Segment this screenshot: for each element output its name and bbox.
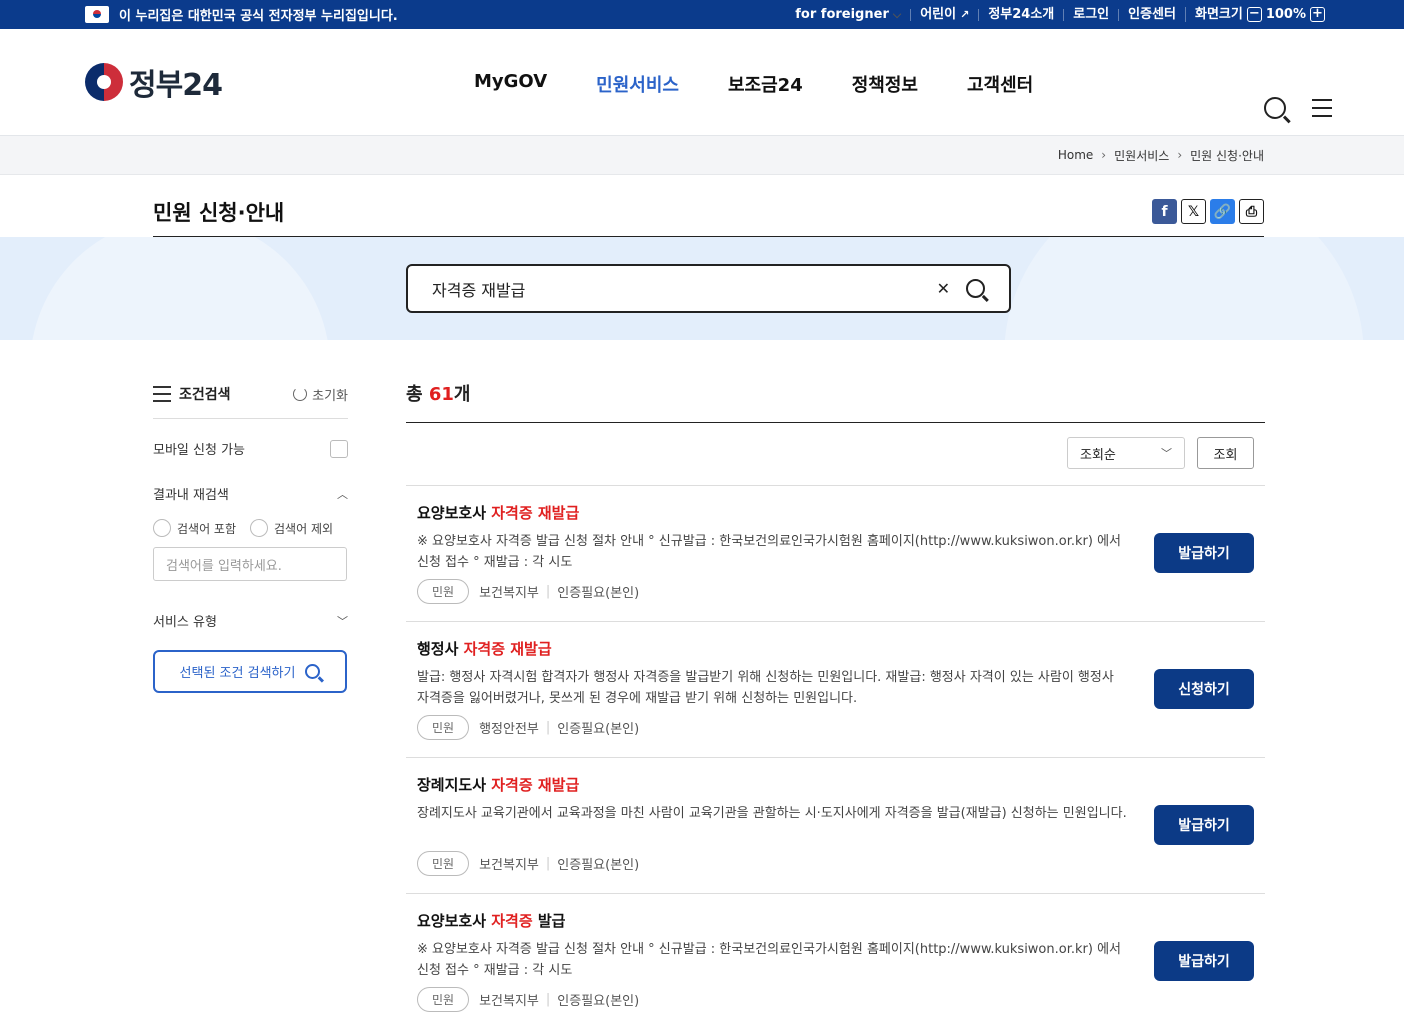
auth-requirement: 인증필요(본인) (557, 858, 640, 873)
chevron-down-icon: ﹀ (1161, 447, 1172, 460)
cert-center-link[interactable]: 인증센터 (1118, 8, 1185, 21)
screen-size-control: 화면크기 − 100% + (1184, 6, 1334, 22)
search-submit-icon[interactable] (966, 279, 985, 298)
refine-search-input[interactable]: 검색어를 입력하세요. (153, 547, 347, 581)
kids-link[interactable]: 어린이 ↗ (910, 7, 978, 21)
login-link[interactable]: 로그인 (1063, 8, 1118, 21)
search-icon[interactable] (1264, 97, 1286, 119)
department: 보건복지부 (479, 858, 539, 873)
result-item: 요양보호사 자격증 발급 ※ 요양보호사 자격증 발급 신청 절차 안내 ° 신… (406, 894, 1265, 1017)
result-title[interactable]: 요양보호사 자격증 재발급 (417, 502, 1254, 523)
auth-requirement: 인증필요(본인) (557, 994, 640, 1009)
zoom-in-button[interactable]: + (1310, 7, 1325, 22)
result-title[interactable]: 행정사 자격증 재발급 (417, 638, 1254, 659)
result-title[interactable]: 요양보호사 자격증 발급 (417, 910, 1254, 931)
search-icon (305, 664, 321, 679)
reset-button[interactable]: 초기화 (293, 385, 348, 404)
result-description: ※ 요양보호사 자격증 발급 신청 절차 안내 ° 신규발급 : 한국보건의료인… (417, 942, 1121, 978)
filter-sidebar: 조건검색 초기화 모바일 신청 가능 결과내 재검색 ︿ 검색어 포함 검색어 … (153, 384, 348, 693)
breadcrumb: Home › 민원서비스 › 민원 신청·안내 (0, 136, 1404, 175)
results-panel: 총 61개 조회순 ﹀ 조회 요양보호사 자격증 재발급 ※ 요양보호사 자격증… (406, 380, 1265, 1017)
logo-text: 정부24 (129, 68, 223, 103)
category-badge: 민원 (417, 715, 470, 740)
sort-select[interactable]: 조회순 ﹀ (1067, 437, 1185, 469)
chevron-right-icon: › (1101, 148, 1107, 162)
chevron-right-icon: › (1177, 148, 1183, 162)
nav-policy-info[interactable]: 정책정보 (852, 71, 918, 97)
category-badge: 민원 (417, 851, 470, 876)
refine-search-label: 결과내 재검색 (153, 488, 229, 503)
apply-button[interactable]: 발급하기 (1154, 533, 1254, 573)
nav-mygov[interactable]: MyGOV (474, 71, 547, 97)
nav-civil-service[interactable]: 민원서비스 (596, 71, 679, 97)
nav-subsidy24[interactable]: 보조금24 (728, 71, 803, 97)
category-badge: 민원 (417, 579, 470, 604)
external-link-icon: ↗ (960, 7, 970, 21)
search-input[interactable]: 자격증 재발급 (432, 277, 937, 301)
gov-notice-bar: 이 누리집은 대한민국 공식 전자정부 누리집입니다. for foreigne… (0, 0, 1404, 29)
mobile-apply-checkbox[interactable] (330, 439, 348, 458)
korea-flag-icon (85, 6, 109, 23)
chevron-down-icon: ⌵ (892, 7, 902, 21)
apply-button[interactable]: 발급하기 (1154, 805, 1254, 845)
results-total: 총 61개 (406, 380, 1265, 423)
filter-title: 조건검색 (179, 387, 231, 403)
main-nav: MyGOV 민원서비스 보조금24 정책정보 고객센터 (474, 71, 1033, 97)
sort-apply-button[interactable]: 조회 (1197, 437, 1254, 469)
x-share-icon[interactable]: 𝕏 (1181, 199, 1206, 224)
department: 보건복지부 (479, 994, 539, 1009)
results-count: 61 (428, 384, 454, 405)
category-badge: 민원 (417, 987, 470, 1012)
mobile-apply-label: 모바일 신청 가능 (153, 443, 245, 458)
apply-button[interactable]: 발급하기 (1154, 941, 1254, 981)
for-foreigner-link[interactable]: for foreigner ⌵ (786, 7, 910, 21)
search-box[interactable]: 자격증 재발급 ✕ (406, 264, 1011, 313)
content-area: 조건검색 초기화 모바일 신청 가능 결과내 재검색 ︿ 검색어 포함 검색어 … (0, 340, 1404, 1017)
print-icon[interactable]: ⎙ (1239, 199, 1264, 224)
department: 행정안전부 (479, 722, 539, 737)
result-item: 요양보호사 자격증 재발급 ※ 요양보호사 자격증 발급 신청 절차 안내 ° … (406, 486, 1265, 622)
link-copy-icon[interactable]: 🔗 (1210, 199, 1235, 224)
result-item: 행정사 자격증 재발급 발급: 행정사 자격시험 합격자가 행정사 자격증을 발… (406, 622, 1265, 758)
nav-customer-center[interactable]: 고객센터 (967, 71, 1033, 97)
condition-search-button[interactable]: 선택된 조건 검색하기 (153, 650, 347, 693)
gov24-about-link[interactable]: 정부24소개 (978, 8, 1063, 21)
filter-sliders-icon (153, 386, 171, 402)
site-header: 정부24 MyGOV 민원서비스 보조금24 정책정보 고객센터 (0, 29, 1404, 136)
facebook-share-icon[interactable]: f (1152, 199, 1177, 224)
share-tools: f 𝕏 🔗 ⎙ (1152, 199, 1264, 224)
hamburger-menu-icon[interactable] (1312, 99, 1332, 117)
taegeuk-logo-icon (85, 63, 123, 101)
result-item: 장례지도사 자격증 재발급 장례지도사 교육기관에서 교육과정을 마친 사람이 … (406, 758, 1265, 894)
department: 보건복지부 (479, 586, 539, 601)
clear-icon[interactable]: ✕ (937, 279, 950, 298)
title-bar: 민원 신청·안내 f 𝕏 🔗 ⎙ (153, 175, 1264, 237)
search-banner: 자격증 재발급 ✕ (0, 237, 1404, 340)
page-title: 민원 신청·안내 (153, 201, 285, 225)
result-description: ※ 요양보호사 자격증 발급 신청 절차 안내 ° 신규발급 : 한국보건의료인… (417, 534, 1121, 570)
result-description: 장례지도사 교육기관에서 교육과정을 마친 사람이 교육기관을 관할하는 시·도… (417, 806, 1127, 821)
breadcrumb-home[interactable]: Home (1058, 148, 1093, 162)
service-type-label: 서비스 유형 (153, 615, 217, 630)
exclude-keyword-radio[interactable]: 검색어 제외 (250, 519, 333, 537)
chevron-down-icon[interactable]: ﹀ (337, 613, 348, 629)
refresh-icon (293, 387, 308, 401)
auth-requirement: 인증필요(본인) (557, 586, 640, 601)
site-logo[interactable]: 정부24 (85, 60, 285, 104)
apply-button[interactable]: 신청하기 (1154, 669, 1254, 709)
gov-notice-text: 이 누리집은 대한민국 공식 전자정부 누리집입니다. (119, 9, 398, 24)
result-description: 발급: 행정사 자격시험 합격자가 행정사 자격증을 발급받기 위해 신청하는 … (417, 670, 1114, 706)
zoom-out-button[interactable]: − (1246, 7, 1262, 22)
chevron-up-icon[interactable]: ︿ (337, 486, 348, 502)
include-keyword-radio[interactable]: 검색어 포함 (153, 519, 236, 537)
breadcrumb-current: 민원 신청·안내 (1190, 148, 1264, 163)
breadcrumb-civil-service[interactable]: 민원서비스 (1114, 147, 1169, 164)
result-title[interactable]: 장례지도사 자격증 재발급 (417, 774, 1254, 795)
auth-requirement: 인증필요(본인) (557, 722, 640, 737)
zoom-level: 100% (1265, 6, 1306, 22)
